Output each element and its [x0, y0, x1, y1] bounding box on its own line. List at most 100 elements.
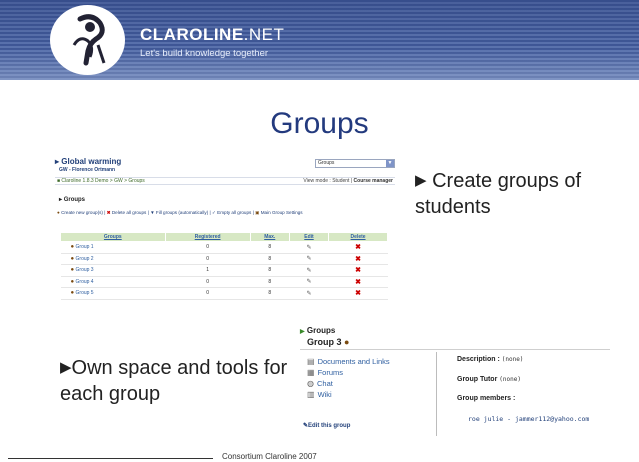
edit-cell[interactable]: ✎: [289, 287, 329, 300]
breadcrumb: ■ Claroline 1.8.3 Demo > GW > Groups Vie…: [55, 177, 395, 185]
delete-icon[interactable]: ✖: [355, 244, 361, 251]
pencil-icon[interactable]: ✎: [306, 256, 311, 262]
claroline-logo: [50, 5, 125, 75]
tool-select[interactable]: Groups ▼: [315, 159, 395, 168]
column-header-groups[interactable]: Groups: [60, 232, 166, 242]
chevron-down-icon: ▼: [386, 160, 394, 167]
description-row: Description : (none): [457, 356, 524, 363]
table-header-row: Groups Registered Max. Edit Delete: [60, 232, 388, 242]
brand-title: CLAROLINE.NET: [140, 25, 285, 44]
delete-cell[interactable]: ✖: [328, 264, 388, 277]
delete-icon[interactable]: ✖: [355, 279, 361, 286]
tool-forums-link[interactable]: ▦ Forums: [307, 367, 390, 378]
tool-wiki-link[interactable]: ▥ Wiki: [307, 389, 390, 400]
footer-line: [8, 458, 213, 459]
column-header-delete: Delete: [328, 232, 388, 242]
empty-groups-link[interactable]: Empty all groups: [217, 210, 251, 215]
group-tools-list: ▤ Documents and Links ▦ Forums ◍ Chat ▥ Wiki: [307, 356, 390, 400]
groups-section-title: ▸ Groups: [59, 197, 86, 203]
group-name-cell[interactable]: ● Group 1: [60, 241, 166, 254]
column-divider: [436, 352, 437, 436]
delete-icon: ✖: [106, 210, 111, 215]
bullet-create-groups: ▶ Create groups of students: [415, 170, 582, 218]
max-cell: 8: [250, 253, 290, 265]
edit-group-link[interactable]: ✎Edit this group: [303, 422, 350, 429]
delete-icon[interactable]: ✖: [355, 267, 361, 274]
delete-icon[interactable]: ✖: [355, 256, 361, 263]
breadcrumb-icon: ■: [57, 178, 61, 184]
max-cell: 8: [250, 276, 290, 288]
triangle-bullet-icon: ▸: [59, 197, 63, 203]
claroline-logo-icon: [72, 14, 106, 66]
table-row: ● Group 4 0 8 ✎ ✖: [60, 276, 388, 288]
group-title: Group 3 ●: [307, 337, 350, 347]
delete-icon[interactable]: ✖: [355, 290, 361, 297]
settings-icon: ▣: [255, 210, 260, 215]
triangle-bullet-icon: ▶: [300, 329, 305, 335]
registered-cell: 0: [165, 253, 251, 265]
delete-cell[interactable]: ✖: [328, 241, 388, 254]
tool-documents-link[interactable]: ▤ Documents and Links: [307, 356, 390, 367]
edit-cell[interactable]: ✎: [289, 276, 329, 288]
create-groups-link[interactable]: Create new group(s): [61, 210, 103, 215]
group-icon: ●: [70, 278, 75, 285]
groups-table: Groups Registered Max. Edit Delete ● Gro…: [60, 232, 388, 300]
column-header-registered[interactable]: Registered: [164, 232, 251, 242]
edit-cell[interactable]: ✎: [289, 253, 329, 265]
pencil-icon[interactable]: ✎: [306, 291, 311, 297]
documents-icon: ▤: [307, 357, 315, 366]
table-row: ● Group 5 0 8 ✎ ✖: [60, 287, 388, 300]
group-icon: ●: [70, 267, 75, 274]
group-icon: ●: [70, 255, 75, 262]
delete-all-groups-link[interactable]: Delete all groups: [112, 210, 146, 215]
footer-text: Consortium Claroline 2007: [222, 452, 317, 461]
chat-icon: ◍: [307, 379, 314, 388]
triangle-bullet-icon: ▸: [55, 157, 60, 166]
course-manager-link[interactable]: Course manager: [354, 178, 393, 184]
course-subtitle: GW - Florence Ortmann: [59, 167, 116, 173]
group-icon: ●: [70, 290, 75, 297]
group-space-screenshot: ▶ Groups Group 3 ● ▤ Documents and Links …: [295, 323, 615, 443]
members-label: Group members :: [457, 395, 516, 402]
edit-cell[interactable]: ✎: [289, 264, 329, 277]
bullet-own-space: ▶Own space and tools for each group: [60, 357, 288, 405]
edit-cell[interactable]: ✎: [289, 241, 329, 254]
table-row: ● Group 2 0 8 ✎ ✖: [60, 253, 388, 265]
group-breadcrumb[interactable]: ▶ Groups: [300, 326, 335, 335]
column-header-max[interactable]: Max.: [249, 232, 290, 242]
header-banner: CLAROLINE.NET Let's build knowledge toge…: [0, 0, 639, 80]
tool-chat-link[interactable]: ◍ Chat: [307, 378, 390, 389]
group-icon: ●: [344, 337, 350, 347]
course-title[interactable]: ▸ Global warming: [55, 157, 121, 166]
group-icon: ●: [57, 210, 60, 215]
max-cell: 8: [250, 264, 290, 277]
registered-cell: 0: [165, 276, 251, 288]
group-name-cell[interactable]: ● Group 2: [60, 253, 166, 265]
delete-cell[interactable]: ✖: [328, 253, 388, 265]
group-name-cell[interactable]: ● Group 4: [60, 276, 166, 288]
pencil-icon[interactable]: ✎: [306, 279, 311, 285]
group-name-cell[interactable]: ● Group 5: [60, 287, 166, 300]
fill-groups-link[interactable]: Fill groups (automatically): [156, 210, 208, 215]
group-icon: ●: [70, 244, 75, 251]
wiki-icon: ▥: [307, 390, 315, 399]
forums-icon: ▦: [307, 368, 315, 377]
divider: [300, 349, 610, 350]
group-name-cell[interactable]: ● Group 3: [60, 264, 166, 277]
view-mode-student[interactable]: Student: [332, 178, 349, 184]
pencil-icon[interactable]: ✎: [306, 268, 311, 274]
pencil-icon[interactable]: ✎: [306, 245, 311, 251]
max-cell: 8: [250, 241, 290, 254]
member-entry[interactable]: roe julie - jammer112@yahoo.com: [468, 415, 589, 423]
fill-icon: ▼: [150, 210, 155, 215]
slide-title: Groups: [270, 107, 369, 140]
group-settings-link[interactable]: Main Group Settings: [261, 210, 303, 215]
triangle-bullet-icon: ▶: [60, 359, 72, 376]
delete-cell[interactable]: ✖: [328, 287, 388, 300]
registered-cell: 1: [165, 264, 251, 277]
group-tools-bar: ● Create new group(s) | ✖ Delete all gro…: [57, 210, 303, 215]
registered-cell: 0: [165, 241, 251, 254]
view-mode: View mode : Student | Course manager: [303, 178, 393, 184]
breadcrumb-text[interactable]: Claroline 1.8.3 Demo > GW > Groups: [61, 178, 144, 184]
delete-cell[interactable]: ✖: [328, 276, 388, 288]
